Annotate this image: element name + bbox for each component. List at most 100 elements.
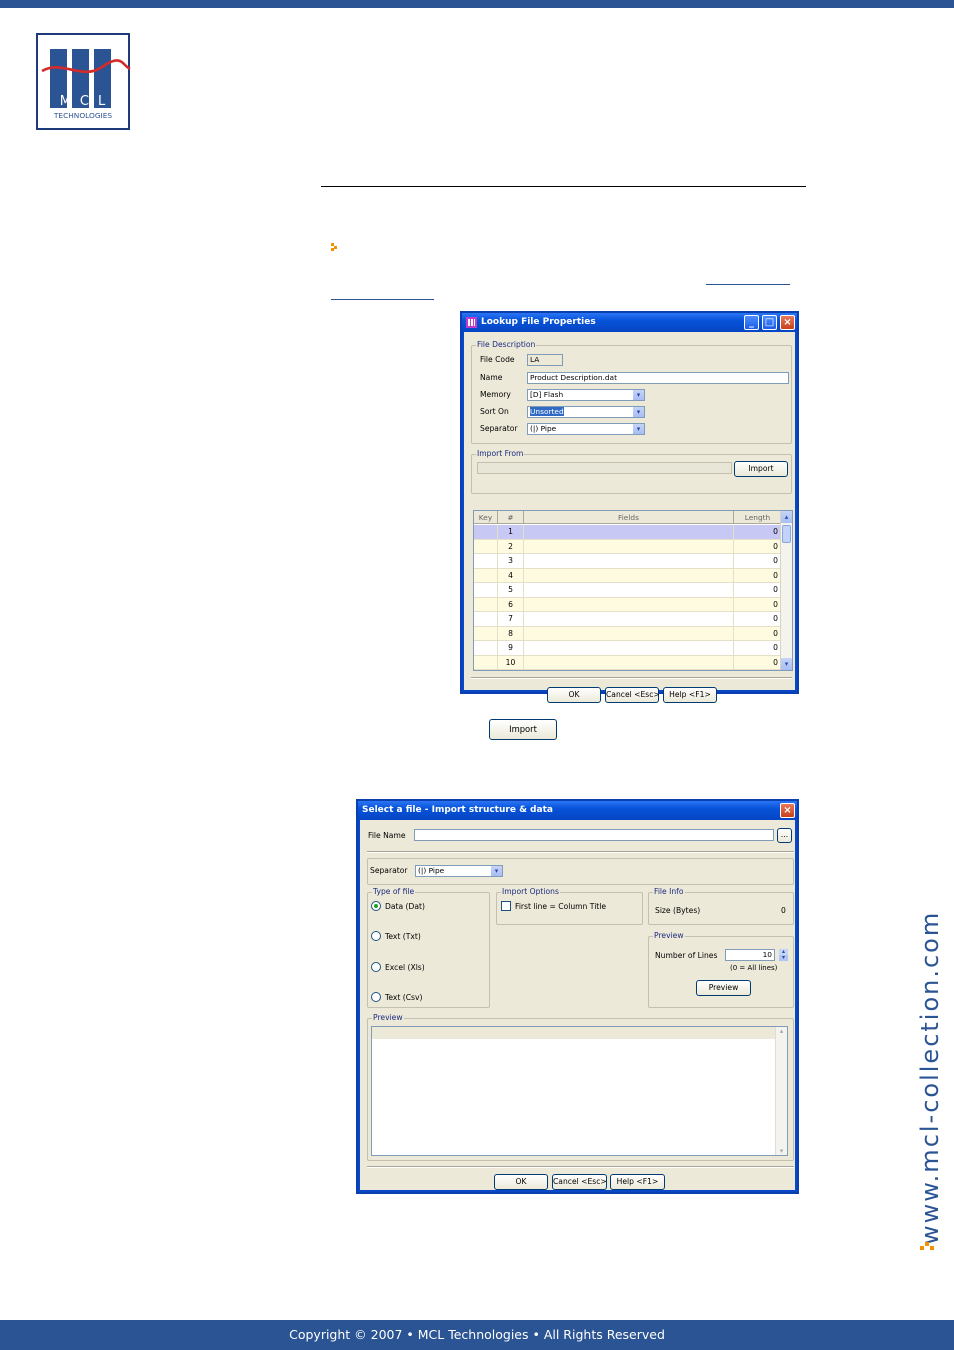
top-banner [0, 0, 954, 8]
scroll-thumb[interactable] [782, 525, 791, 543]
key-cell [474, 568, 498, 583]
divider [367, 851, 794, 853]
button-divider [471, 677, 792, 679]
minimize-button[interactable]: _ [744, 315, 759, 330]
radio-dat[interactable] [371, 901, 381, 911]
column-header-fields[interactable]: Fields [524, 511, 734, 524]
file-code-label: File Code [480, 355, 515, 364]
help-button[interactable]: Help <F1> [610, 1174, 665, 1190]
radio-txt[interactable] [371, 931, 381, 941]
column-header-number[interactable]: # [498, 511, 524, 524]
scroll-down-icon[interactable]: ▾ [781, 658, 792, 670]
group-legend: Preview [653, 931, 685, 940]
cancel-button[interactable]: Cancel <Esc> [605, 687, 660, 703]
file-name-field[interactable] [414, 829, 774, 841]
table-row[interactable]: 10 0 [474, 655, 781, 670]
table-row[interactable]: 40 [474, 568, 781, 583]
table-row[interactable]: 90 [474, 641, 781, 656]
spin-down-icon[interactable]: ▾ [779, 955, 788, 961]
footer-text: Copyright © 2007 • MCL Technologies • Al… [0, 1320, 954, 1350]
table-row[interactable]: 10 [474, 525, 781, 540]
select-file-window: Select a file - Import structure & data … [356, 799, 799, 1194]
header-rule [321, 186, 806, 187]
name-field[interactable]: Product Description.dat [527, 372, 789, 384]
memory-select[interactable]: [D] Flash ▾ [527, 389, 645, 401]
size-value: 0 [781, 906, 786, 915]
maximize-button[interactable]: □ [762, 315, 777, 330]
side-url: www.mcl-collection.com [916, 910, 944, 1245]
hyperlink-underline[interactable] [706, 284, 790, 285]
chevron-down-icon[interactable]: ▾ [633, 407, 644, 417]
table-row[interactable]: 70 [474, 612, 781, 627]
separator-label: Separator [370, 866, 408, 875]
radio-dat-label: Data (Dat) [385, 902, 425, 911]
first-line-checkbox[interactable] [501, 901, 511, 911]
help-button[interactable]: Help <F1> [663, 687, 717, 703]
table-row[interactable]: 60 [474, 597, 781, 612]
table-row[interactable]: 50 [474, 583, 781, 598]
key-cell [474, 597, 498, 612]
scroll-up-icon[interactable]: ▴ [776, 1027, 787, 1035]
group-legend: Import From [476, 449, 525, 458]
lookup-file-properties-window: Lookup File Properties _ □ × File Descri… [460, 311, 799, 703]
number-of-lines-field[interactable]: 10 [725, 949, 775, 961]
scroll-down-icon[interactable]: ▾ [776, 1147, 787, 1155]
key-cell [474, 612, 498, 626]
key-cell [474, 655, 498, 670]
group-legend: File Info [653, 887, 685, 896]
scroll-up-icon[interactable]: ▴ [781, 511, 792, 523]
key-cell [474, 539, 498, 554]
chevron-down-icon[interactable]: ▾ [633, 390, 644, 400]
column-header-key[interactable]: Key [474, 511, 498, 524]
key-cell [474, 641, 498, 655]
first-line-label: First line = Column Title [515, 902, 607, 911]
logo-letters: MCL [59, 94, 115, 109]
chevron-down-icon[interactable]: ▾ [633, 424, 644, 434]
radio-xls[interactable] [371, 962, 381, 972]
key-cell [474, 554, 498, 568]
preview-scrollbar[interactable]: ▴ ▾ [775, 1027, 787, 1155]
row-number-cell: 1 [498, 525, 524, 539]
key-cell [474, 583, 498, 597]
number-spinner[interactable]: ▴ ▾ [779, 949, 788, 961]
preview-button[interactable]: Preview [696, 980, 751, 996]
name-label: Name [480, 373, 503, 382]
sort-on-select[interactable]: Unsorted ▾ [527, 406, 645, 418]
preview-header [372, 1027, 775, 1039]
chevron-down-icon[interactable]: ▾ [491, 866, 502, 876]
logo-subtitle: TECHNOLOGIES [53, 111, 113, 120]
sort-on-value: Unsorted [530, 407, 564, 416]
separator-select[interactable]: (|) Pipe ▾ [415, 865, 503, 877]
close-button[interactable]: × [780, 315, 795, 330]
hyperlink-underline[interactable] [331, 299, 434, 300]
ok-button[interactable]: OK [494, 1174, 548, 1190]
length-cell: 0 [773, 541, 778, 551]
import-path-field [477, 462, 732, 474]
table-row[interactable]: 80 [474, 626, 781, 641]
table-row[interactable]: 30 [474, 554, 781, 569]
column-header-length[interactable]: Length [734, 511, 781, 524]
button-divider [367, 1166, 794, 1168]
field-cell [524, 568, 734, 583]
grid-scrollbar[interactable]: ▴ ▾ [780, 511, 792, 670]
length-cell: 0 [773, 527, 778, 536]
cancel-button[interactable]: Cancel <Esc> [552, 1174, 607, 1190]
length-cell: 0 [773, 614, 778, 623]
ok-button[interactable]: OK [547, 687, 601, 703]
orange-bullet-icon [331, 243, 337, 251]
file-code-field: LA [527, 354, 563, 366]
table-row[interactable]: 20 [474, 539, 781, 554]
row-number-cell: 6 [498, 597, 524, 612]
preview-area[interactable]: ▴ ▾ [371, 1026, 788, 1156]
separator-select[interactable]: (|) Pipe ▾ [527, 423, 645, 435]
close-button[interactable]: × [780, 803, 795, 818]
length-cell: 0 [773, 643, 778, 652]
field-cell [524, 525, 734, 539]
import-button[interactable]: Import [734, 461, 788, 477]
length-cell: 0 [773, 599, 778, 609]
window-title: Select a file - Import structure & data [358, 801, 797, 820]
radio-csv[interactable] [371, 992, 381, 1002]
browse-button[interactable]: ... [777, 828, 792, 843]
field-cell [524, 583, 734, 597]
mcl-logo: MCL TECHNOLOGIES [36, 33, 131, 130]
